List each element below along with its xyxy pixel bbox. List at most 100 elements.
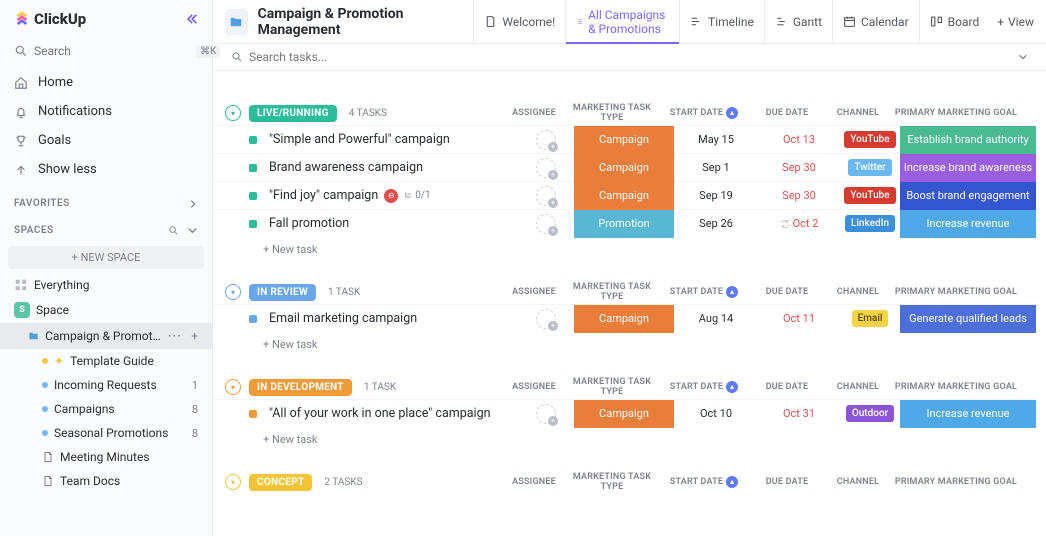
task-name[interactable]: "All of your work in one place" campaign [269,406,518,421]
goal-cell[interactable]: Boost brand engagement [900,182,1036,210]
assign-icon[interactable] [536,186,556,206]
goal-cell[interactable]: Generate qualified leads [900,305,1036,333]
active-folder[interactable]: Campaign & Promotion M... ⋯ + [0,323,212,349]
group-toggle[interactable]: ▾ [225,474,241,490]
channel-cell[interactable]: YouTube [840,131,900,148]
space-item[interactable]: S Space [0,297,212,323]
tab-welcome-[interactable]: Welcome! [473,0,565,44]
type-cell[interactable]: Campaign [574,305,674,333]
col-due[interactable]: DUE DATE [746,282,828,302]
tab-board[interactable]: Board [919,0,990,44]
type-cell[interactable]: Campaign [574,154,674,182]
new-space-button[interactable]: + NEW SPACE [8,246,204,269]
group-name[interactable]: IN REVIEW [249,284,316,301]
group-name[interactable]: IN DEVELOPMENT [249,379,352,396]
add-view-button[interactable]: + View [997,15,1034,29]
type-cell[interactable]: Campaign [574,182,674,210]
due-date-cell[interactable]: Sep 30 [758,189,840,202]
task-row[interactable]: Fall promotionPromotionSep 26Oct 2Linked… [213,209,1036,237]
status-square[interactable] [249,220,257,228]
start-date-cell[interactable]: Oct 10 [674,407,758,420]
nav-show-less[interactable]: Show less [0,155,212,184]
col-type[interactable]: MARKETING TASK TYPE [562,472,662,492]
group-toggle[interactable]: ▾ [225,284,241,300]
channel-cell[interactable]: Outdoor [840,405,900,422]
goal-cell[interactable]: Increase brand awareness [900,154,1036,182]
col-channel[interactable]: CHANNEL [828,103,888,123]
start-date-cell[interactable]: Aug 14 [674,312,758,325]
doc-item[interactable]: Team Docs [0,469,212,493]
status-square[interactable] [249,164,257,172]
add-list-icon[interactable]: + [191,329,198,343]
col-channel[interactable]: CHANNEL [828,377,888,397]
chevron-down-icon[interactable] [1018,52,1028,62]
assign-icon[interactable] [536,404,556,424]
start-date-cell[interactable]: Sep 1 [674,161,758,174]
col-start[interactable]: START DATE▲ [662,282,746,302]
everything-item[interactable]: Everything [0,273,212,297]
assign-icon[interactable] [536,309,556,329]
col-type[interactable]: MARKETING TASK TYPE [562,282,662,302]
favorites-section[interactable]: FAVORITES [0,188,212,215]
new-task-button[interactable]: + New task [213,237,1036,262]
group-name[interactable]: LIVE/RUNNING [249,105,337,122]
start-date-cell[interactable]: Sep 19 [674,189,758,202]
new-task-button[interactable]: + New task [213,332,1036,357]
channel-cell[interactable]: YouTube [840,187,900,204]
task-name[interactable]: Email marketing campaign [269,311,518,326]
status-square[interactable] [249,315,257,323]
due-date-cell[interactable]: Oct 11 [758,312,840,325]
col-goal[interactable]: PRIMARY MARKETING GOAL [888,103,1024,123]
col-start[interactable]: START DATE▲ [662,472,746,492]
assignee-cell[interactable] [518,404,574,424]
group-name[interactable]: CONCEPT [249,474,312,491]
list-item[interactable]: Incoming Requests1 [0,373,212,397]
tab-calendar[interactable]: Calendar [832,0,919,44]
channel-cell[interactable]: LinkedIn [840,215,900,232]
search-input[interactable] [34,44,190,58]
task-row[interactable]: "Find joy" campaign⊖0/1 CampaignSep 19Sep… [213,181,1036,209]
goal-cell[interactable]: Increase revenue [900,400,1036,428]
type-cell[interactable]: Campaign [574,126,674,154]
collapse-sidebar-icon[interactable] [184,12,198,26]
col-due[interactable]: DUE DATE [746,103,828,123]
status-square[interactable] [249,192,257,200]
col-due[interactable]: DUE DATE [746,377,828,397]
assignee-cell[interactable] [518,158,574,178]
status-square[interactable] [249,410,257,418]
col-type[interactable]: MARKETING TASK TYPE [562,103,662,123]
col-assignee[interactable]: ASSIGNEE [506,103,562,123]
list-item[interactable]: Campaigns8 [0,397,212,421]
start-date-cell[interactable]: May 15 [674,133,758,146]
col-assignee[interactable]: ASSIGNEE [506,282,562,302]
task-name[interactable]: "Find joy" campaign⊖0/1 [269,188,518,203]
col-channel[interactable]: CHANNEL [828,472,888,492]
new-task-button[interactable]: + New task [213,427,1036,452]
task-row[interactable]: Email marketing campaign CampaignAug 14Oc… [213,304,1036,332]
col-assignee[interactable]: ASSIGNEE [506,377,562,397]
tab-gantt[interactable]: Gantt [764,0,832,44]
type-cell[interactable]: Campaign [574,400,674,428]
col-type[interactable]: MARKETING TASK TYPE [562,377,662,397]
sidebar-search[interactable]: ⌘K [0,38,212,64]
col-due[interactable]: DUE DATE [746,472,828,492]
assignee-cell[interactable] [518,309,574,329]
due-date-cell[interactable]: Oct 2 [758,217,840,230]
col-channel[interactable]: CHANNEL [828,282,888,302]
task-search[interactable] [213,44,1046,71]
task-row[interactable]: "Simple and Powerful" campaign CampaignMa… [213,125,1036,153]
assign-icon[interactable] [536,130,556,150]
start-date-cell[interactable]: Sep 26 [674,217,758,230]
col-start[interactable]: START DATE▲ [662,103,746,123]
tab-timeline[interactable]: Timeline [679,0,764,44]
channel-cell[interactable]: Twitter [840,159,900,176]
list-item[interactable]: ✦Template Guide [0,349,212,373]
col-goal[interactable]: PRIMARY MARKETING GOAL [888,472,1024,492]
task-name[interactable]: "Simple and Powerful" campaign [269,132,518,147]
assign-icon[interactable] [536,214,556,234]
assignee-cell[interactable] [518,130,574,150]
group-toggle[interactable]: ▾ [225,379,241,395]
doc-item[interactable]: Meeting Minutes [0,445,212,469]
tab-all-campaigns-promotions[interactable]: All Campaigns & Promotions [565,0,679,44]
status-square[interactable] [249,136,257,144]
